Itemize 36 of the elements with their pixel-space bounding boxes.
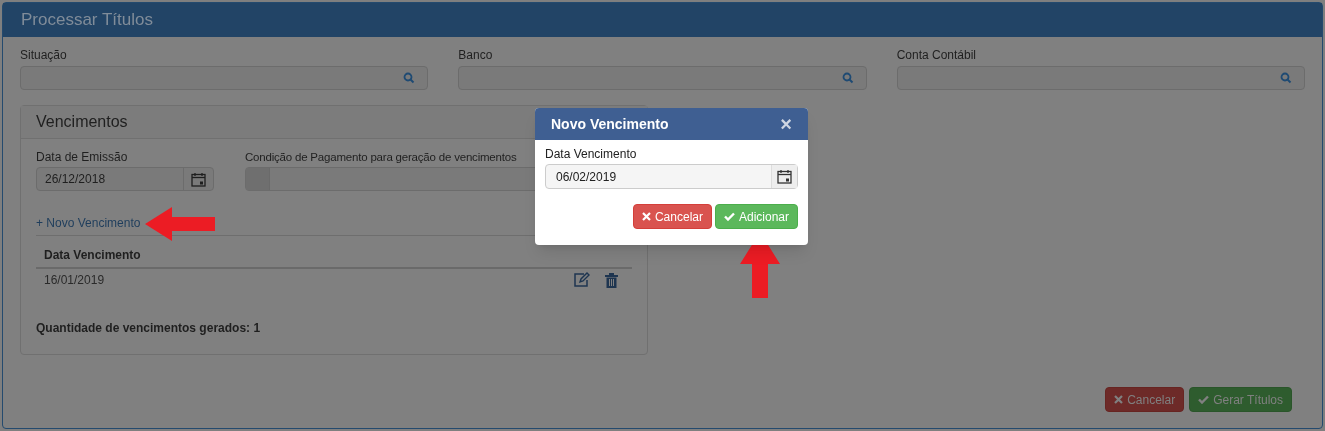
trash-icon[interactable] [605, 272, 618, 288]
x-icon [1114, 395, 1124, 404]
cancel-button[interactable]: Cancelar [1105, 387, 1185, 412]
field-label: Data de Emissão [36, 150, 129, 165]
edit-icon[interactable] [573, 272, 591, 288]
modal-title: Novo Vencimento [551, 114, 669, 134]
search-field[interactable] [20, 66, 429, 90]
check-icon [723, 212, 735, 221]
field-value: 06/02/2019 [555, 168, 618, 186]
count-text: Quantidade de vencimentos gerados: 1 [36, 320, 262, 337]
field-value: 26/12/2018 [44, 171, 107, 188]
search-icon[interactable] [403, 72, 416, 84]
add-link[interactable]: + Novo Vencimento [36, 214, 141, 232]
search-field[interactable] [896, 66, 1305, 90]
field-label: Situação [20, 48, 68, 63]
card-title: Vencimentos [36, 112, 128, 132]
x-icon [641, 212, 651, 221]
confirm-button[interactable]: Gerar Títulos [1189, 387, 1292, 412]
arrow-icon [145, 207, 215, 241]
cancel-button[interactable]: Cancelar [632, 204, 712, 229]
column-header: Data Vencimento [44, 247, 141, 264]
search-icon[interactable] [841, 72, 854, 84]
field-label: Condição de Pagamento para geração de vencimentos [245, 150, 518, 165]
field-label: Data Vencimento [545, 147, 638, 162]
date-field[interactable]: 26/12/2018 [36, 167, 214, 191]
field-label: Banco [458, 48, 494, 63]
confirm-button[interactable]: Adicionar [714, 204, 798, 229]
field-label: Conta Contábil [896, 48, 978, 63]
date-field[interactable]: 06/02/2019 [545, 164, 798, 189]
table-cell-text: 16/01/2019 [44, 272, 106, 289]
search-field[interactable] [458, 66, 867, 90]
window-title: Processar Títulos [21, 9, 153, 32]
check-icon [1198, 395, 1210, 404]
calendar-icon[interactable] [777, 169, 792, 184]
close-button[interactable]: × [780, 114, 792, 134]
search-icon[interactable] [1280, 72, 1292, 84]
